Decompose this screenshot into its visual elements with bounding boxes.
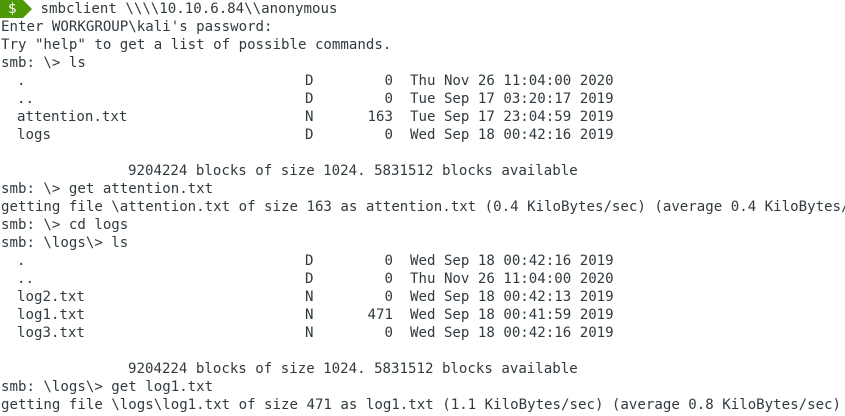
file-date: Tue Sep 17 23:04:59 2019 [410,109,614,125]
file-size: 0 [384,253,394,269]
file-attr: N [305,109,314,125]
listing-row: . D 0 Wed Sep 18 00:42:16 2019 [0,252,845,270]
file-size: 0 [384,127,394,143]
prompt-arrow-icon [22,0,32,18]
file-attr: N [305,325,314,341]
file-name: attention.txt [17,109,128,125]
file-name: . [17,253,26,269]
password-line: Enter WORKGROUP\kali's password: [1,19,273,35]
file-name: .. [17,271,34,287]
file-attr: D [305,127,314,143]
file-size: 0 [384,91,394,107]
file-attr: N [305,307,314,323]
listing-row: logs D 0 Wed Sep 18 00:42:16 2019 [0,126,845,144]
file-size: 0 [384,271,394,287]
file-date: Wed Sep 18 00:42:13 2019 [410,289,614,305]
file-name: log1.txt [17,307,85,323]
file-attr: D [305,73,314,89]
listing-row: attention.txt N 163 Tue Sep 17 23:04:59 201… [0,108,845,126]
file-attr: D [305,91,314,107]
smb-command-line: smb: \logs\> ls [1,235,129,251]
prompt-badge: $ [0,0,23,18]
listing-row: log2.txt N 0 Wed Sep 18 00:42:13 2019 [0,288,845,306]
file-date: Wed Sep 18 00:42:16 2019 [410,253,614,269]
listing-row: .. D 0 Thu Nov 26 11:04:00 2020 [0,270,845,288]
transfer-status: getting file \attention.txt of size 163 … [1,199,845,215]
file-name: log2.txt [17,289,85,305]
file-size: 471 [367,307,393,323]
listing-row: log1.txt N 471 Wed Sep 18 00:41:59 2019 [0,306,845,324]
file-date: Thu Nov 26 11:04:00 2020 [410,73,614,89]
file-date: Wed Sep 18 00:42:16 2019 [410,325,614,341]
terminal-window[interactable]: $ smbclient \\\\10.10.6.84\\anonymous Ent… [0,0,845,416]
file-attr: N [305,289,314,305]
file-size: 163 [367,109,393,125]
listing-row: log3.txt N 0 Wed Sep 18 00:42:16 2019 [0,324,845,342]
file-date: Wed Sep 18 00:42:16 2019 [410,127,614,143]
file-size: 0 [384,325,394,341]
smb-command-line: smb: \> get attention.txt [1,181,214,197]
blocks-summary: 9204224 blocks of size 1024. 5831512 blo… [128,163,578,179]
transfer-status: getting file \logs\log1.txt of size 471 … [1,397,842,413]
smb-command-line: smb: \logs\> get log1.txt [1,379,214,395]
smb-command-line: smb: \> cd logs [1,217,129,233]
file-name: .. [17,91,34,107]
prompt-line: $ smbclient \\\\10.10.6.84\\anonymous [0,0,845,18]
file-size: 0 [384,289,394,305]
file-name: . [17,73,26,89]
blocks-summary: 9204224 blocks of size 1024. 5831512 blo… [128,361,578,377]
file-name: log3.txt [17,325,85,341]
file-date: Thu Nov 26 11:04:00 2020 [410,271,614,287]
file-name: logs [17,127,51,143]
file-size: 0 [384,73,394,89]
file-attr: D [305,253,314,269]
command-text: smbclient \\\\10.10.6.84\\anonymous [40,1,338,17]
file-date: Tue Sep 17 03:20:17 2019 [410,91,614,107]
file-attr: D [305,271,314,287]
smb-command-line: smb: \> ls [1,55,86,71]
listing-row: . D 0 Thu Nov 26 11:04:00 2020 [0,72,845,90]
file-date: Wed Sep 18 00:41:59 2019 [410,307,614,323]
help-line: Try "help" to get a list of possible com… [1,37,392,53]
listing-row: .. D 0 Tue Sep 17 03:20:17 2019 [0,90,845,108]
